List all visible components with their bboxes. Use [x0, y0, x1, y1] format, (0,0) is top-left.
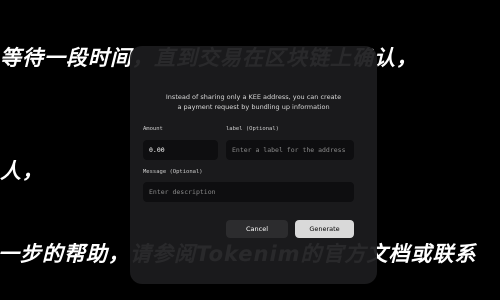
- amount-label: Amount: [143, 126, 163, 132]
- label-input[interactable]: Enter a label for the address: [226, 140, 354, 160]
- cancel-button[interactable]: Cancel: [226, 220, 288, 238]
- label-field-label: label (Optional): [226, 126, 279, 132]
- payment-request-dialog: Instead of sharing only a KEE address, y…: [130, 46, 377, 284]
- message-input[interactable]: Enter description: [143, 182, 354, 202]
- dialog-subtitle-line-2: a payment request by bundling up informa…: [177, 103, 330, 111]
- amount-input[interactable]: 0.00: [143, 140, 218, 160]
- background-text-line-2: 人，: [0, 159, 44, 183]
- dialog-subtitle-line-1: Instead of sharing only a KEE address, y…: [165, 93, 342, 101]
- message-label: Message (Optional): [143, 169, 203, 175]
- generate-button[interactable]: Generate: [295, 220, 354, 238]
